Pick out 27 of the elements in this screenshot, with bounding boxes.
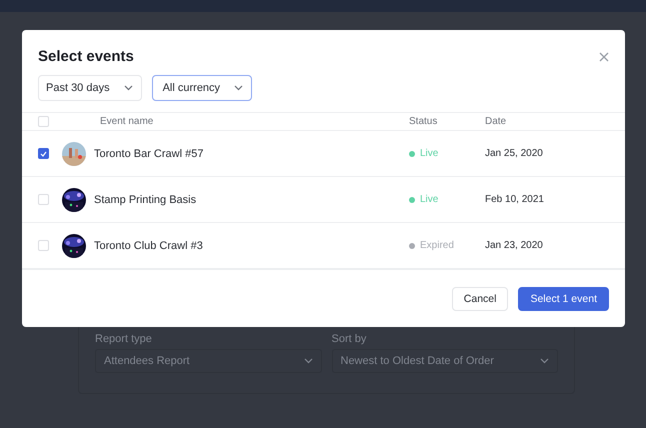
dialog-title: Select events [38, 48, 134, 65]
close-icon[interactable] [599, 52, 609, 62]
column-header: Event name [100, 116, 154, 127]
event-date: Feb 10, 2021 [485, 194, 545, 205]
event-date: Jan 25, 2020 [485, 148, 544, 159]
cancel-button[interactable]: Cancel [452, 287, 508, 311]
field-label: Sort by [332, 333, 368, 345]
chevron-down-icon [124, 85, 133, 91]
field-label: Report type [95, 333, 153, 345]
event-name: Stamp Printing Basis [94, 194, 196, 206]
column-header: Date [485, 116, 508, 127]
status-text: Live [420, 148, 438, 159]
confirm-button[interactable]: Select 1 event [518, 287, 609, 311]
chevron-down-icon [304, 358, 312, 364]
row-checkbox[interactable] [38, 148, 49, 159]
chevron-down-icon [540, 358, 549, 364]
event-date: Jan 23, 2020 [485, 240, 544, 251]
check-icon [40, 150, 47, 156]
event-name: Toronto Club Crawl #3 [94, 240, 203, 252]
column-header: Status [409, 116, 438, 127]
chevron-down-icon [234, 85, 244, 91]
status-text: Expired [420, 240, 454, 251]
filter-dropdown[interactable]: Past 30 days [38, 75, 142, 101]
filter-dropdown[interactable]: All currency [152, 75, 252, 101]
select-all-checkbox[interactable] [38, 116, 49, 127]
event-name: Toronto Bar Crawl #57 [94, 148, 204, 160]
status-text: Live [420, 194, 438, 205]
